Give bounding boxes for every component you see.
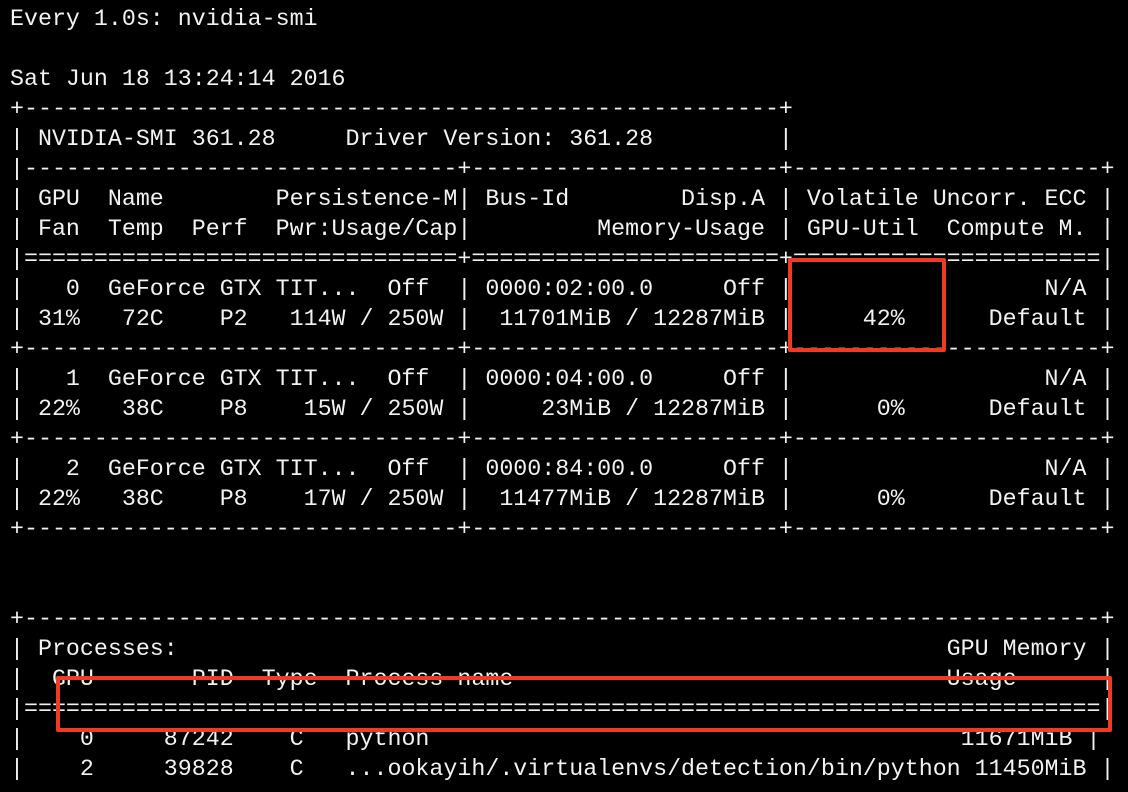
terminal-line: +---------------------------------------… bbox=[10, 786, 1114, 788]
terminal-line: +---------------------------------------… bbox=[10, 606, 1115, 632]
terminal-line: | GPU Name Persistence-M| Bus-Id Disp.A … bbox=[10, 186, 1115, 212]
terminal-line: Sat Jun 18 13:24:14 2016 bbox=[10, 66, 346, 92]
terminal-window: Every 1.0s: nvidia-smi Sat Jun 18 13:24:… bbox=[10, 4, 1124, 788]
terminal-line: | 22% 38C P8 17W / 250W | 11477MiB / 122… bbox=[10, 486, 1115, 512]
terminal-line: +---------------------------------------… bbox=[10, 96, 793, 122]
terminal-line: | 1 GeForce GTX TIT... Off | 0000:04:00.… bbox=[10, 366, 1115, 392]
terminal-line: |===============================+=======… bbox=[10, 246, 1115, 272]
terminal-line: |=======================================… bbox=[10, 696, 1115, 722]
terminal-line: Every 1.0s: nvidia-smi bbox=[10, 6, 318, 32]
terminal-line: | Processes: GPU Memory | bbox=[10, 636, 1115, 662]
terminal-line: | 2 39828 C ...ookayih/.virtualenvs/dete… bbox=[10, 756, 1115, 782]
terminal-line: |-------------------------------+-------… bbox=[10, 156, 1115, 182]
terminal-line: +-------------------------------+-------… bbox=[10, 516, 1115, 542]
terminal-line: | 22% 38C P8 15W / 250W | 23MiB / 12287M… bbox=[10, 396, 1115, 422]
terminal-line: | NVIDIA-SMI 361.28 Driver Version: 361.… bbox=[10, 126, 793, 152]
terminal-line: +-------------------------------+-------… bbox=[10, 336, 1115, 362]
terminal-line: | 2 GeForce GTX TIT... Off | 0000:84:00.… bbox=[10, 456, 1115, 482]
nvidia-smi-output: Every 1.0s: nvidia-smi Sat Jun 18 13:24:… bbox=[10, 4, 1124, 788]
terminal-line: | 0 87242 C python 11671MiB | bbox=[10, 726, 1101, 752]
terminal-line: | GPU PID Type Process name Usage | bbox=[10, 666, 1115, 692]
terminal-line: | Fan Temp Perf Pwr:Usage/Cap| Memory-Us… bbox=[10, 216, 1115, 242]
terminal-line: | 31% 72C P2 114W / 250W | 11701MiB / 12… bbox=[10, 306, 1115, 332]
terminal-line: +-------------------------------+-------… bbox=[10, 426, 1115, 452]
terminal-line: | 0 GeForce GTX TIT... Off | 0000:02:00.… bbox=[10, 276, 1115, 302]
